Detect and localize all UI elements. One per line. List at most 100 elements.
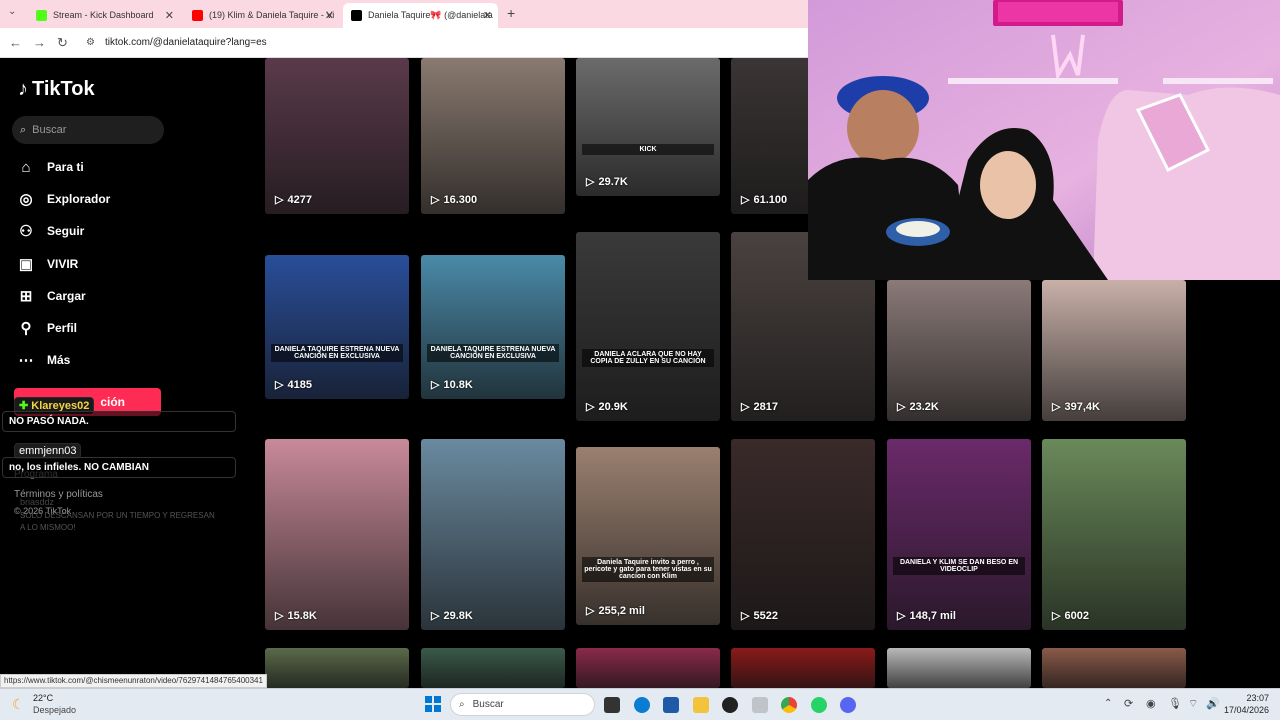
video-thumbnail[interactable] (887, 648, 1031, 688)
view-count-text: 20.9K (598, 400, 628, 413)
weather-temp[interactable]: 22°C (33, 693, 53, 703)
url-field[interactable]: tiktok.com/@danielataquire?lang=es (105, 37, 267, 48)
video-view-count: ▷ 6002 (1052, 609, 1089, 623)
discord-icon[interactable] (840, 697, 856, 713)
task-view-icon[interactable] (604, 697, 620, 713)
microphone-icon[interactable]: 🎙 (1168, 697, 1182, 710)
windows-start-icon[interactable] (425, 696, 441, 712)
store-icon[interactable] (663, 697, 679, 713)
video-thumbnail[interactable] (421, 648, 565, 688)
video-thumbnail[interactable]: ▷ 4277 (265, 58, 409, 214)
sidebar-item-perfil[interactable]: ⚲ Perfil (17, 316, 78, 340)
tiktok-favicon-icon (351, 10, 362, 21)
sidebar-item-label: Seguir (47, 224, 85, 238)
tray-chevron-icon[interactable]: ⌃ (1104, 698, 1112, 709)
view-count-text: 29.8K (443, 609, 473, 622)
compass-icon: ◎ (19, 191, 33, 208)
chat-message-text: NO PASÓ NADA. (9, 416, 89, 427)
taskbar-search[interactable]: ⌕ Buscar (450, 693, 595, 716)
video-thumbnail[interactable]: ▷ 6002 (1042, 439, 1186, 630)
video-thumbnail[interactable]: ▷ 397,4K (1042, 280, 1186, 421)
play-icon: ▷ (741, 401, 750, 413)
sidebar-item-label: Más (47, 353, 71, 367)
live-icon: ▣ (18, 256, 34, 273)
close-tab-icon[interactable]: ✕ (483, 9, 492, 22)
video-thumbnail[interactable]: DANIELA TAQUIRE ESTRENA NUEVA CANCIÓN EN… (421, 255, 565, 399)
tab-list-chevron-icon[interactable]: ⌄ (8, 6, 16, 17)
tab-youtube[interactable]: (19) Klim & Daniela Taquire - Vi ✕ (184, 4, 340, 26)
site-info-icon[interactable]: ⚙ (86, 37, 95, 48)
video-thumbnail[interactable]: ▷ 15.8K (265, 439, 409, 630)
video-thumbnail[interactable]: ▷ 29.8K (421, 439, 565, 630)
tray-icon[interactable]: ⟳ (1124, 697, 1133, 710)
taskbar-search-placeholder: Buscar (472, 699, 504, 710)
tray-icon[interactable]: ◉ (1146, 697, 1156, 710)
clock-time[interactable]: 23:07 (1233, 693, 1269, 703)
video-thumbnail[interactable]: DANIELA TAQUIRE ESTRENA NUEVA CANCIÓN EN… (265, 255, 409, 399)
video-thumbnail[interactable]: ▷ 16.300 (421, 58, 565, 214)
search-icon: ⌕ (459, 699, 465, 710)
sidebar-item-vivir[interactable]: ▣ VIVIR (17, 252, 78, 276)
play-icon: ▷ (586, 176, 595, 188)
close-tab-icon[interactable]: ✕ (325, 9, 334, 22)
new-tab-button[interactable]: + (507, 5, 515, 21)
video-caption: DANIELA Y KLIM SE DAN BESO EN VIDEOCLIP (893, 557, 1025, 575)
back-arrow-icon[interactable]: ← (9, 35, 22, 50)
sidebar-item-para-ti[interactable]: ⌂ Para ti (17, 155, 83, 179)
view-count-text: 29.7K (598, 175, 628, 188)
wifi-icon[interactable]: ⌔ (1188, 697, 1198, 711)
file-explorer-icon[interactable] (693, 697, 709, 713)
tab-tiktok[interactable]: Daniela Taquire🎀 (@danielata ✕ (343, 3, 498, 28)
forward-arrow-icon[interactable]: → (33, 35, 46, 50)
whatsapp-icon[interactable] (811, 697, 827, 713)
sidebar-item-mas[interactable]: ⋯ Más (17, 348, 71, 372)
view-count-text: 23.2K (909, 400, 939, 413)
view-count-text: 255,2 mil (598, 604, 645, 617)
view-count-text: 10.8K (443, 378, 473, 391)
sidebar-item-cargar[interactable]: ⊞ Cargar (17, 284, 86, 308)
play-icon: ▷ (431, 379, 440, 391)
play-icon: ▷ (741, 610, 750, 622)
view-count-text: 397,4K (1064, 400, 1100, 413)
chat-username: briasddz (20, 497, 55, 507)
sidebar-item-seguir[interactable]: ⚇ Seguir (17, 219, 84, 243)
video-thumbnail[interactable]: KICK ▷ 29.7K (576, 58, 720, 196)
obs-icon[interactable] (722, 697, 738, 713)
video-view-count: ▷ 2817 (741, 400, 778, 414)
profile-icon: ⚲ (20, 320, 32, 337)
weather-desc[interactable]: Despejado (33, 705, 76, 715)
chrome-icon[interactable] (781, 697, 797, 713)
tab-title: Stream - Kick Dashboard (53, 10, 154, 20)
video-thumbnail[interactable] (265, 648, 409, 688)
play-icon: ▷ (275, 194, 284, 206)
view-count-text: 5522 (753, 609, 778, 622)
sidebar-item-label: VIVIR (47, 257, 79, 271)
play-icon: ▷ (431, 194, 440, 206)
search-input[interactable]: ⌕ Buscar (12, 116, 164, 144)
video-thumbnail[interactable]: DANIELA Y KLIM SE DAN BESO EN VIDEOCLIP ▷… (887, 439, 1031, 630)
clock-date[interactable]: 17/04/2026 (1215, 705, 1269, 715)
video-caption: DANIELA TAQUIRE ESTRENA NUEVA CANCIÓN EN… (427, 344, 559, 362)
video-thumbnail[interactable]: Daniela Taquire invito a perro , pericot… (576, 447, 720, 625)
close-tab-icon[interactable]: ✕ (165, 9, 174, 22)
video-view-count: ▷ 397,4K (1052, 400, 1100, 414)
sidebar-item-explorador[interactable]: ◎ Explorador (17, 187, 110, 211)
tab-kick-dashboard[interactable]: Stream - Kick Dashboard ✕ (28, 4, 180, 26)
play-icon: ▷ (897, 401, 906, 413)
address-bar: ← → ↻ ⚙ tiktok.com/@danielataquire?lang=… (0, 28, 810, 58)
video-thumbnail[interactable]: ▷ 23.2K (887, 280, 1031, 421)
play-icon: ▷ (275, 379, 284, 391)
video-view-count: ▷ 16.300 (431, 193, 477, 207)
video-thumbnail[interactable]: DANIELA ACLARA QUE NO HAY COPIA DE ZULLY… (576, 232, 720, 421)
view-count-text: 2817 (753, 400, 778, 413)
video-thumbnail[interactable] (1042, 648, 1186, 688)
app-icon[interactable] (752, 697, 768, 713)
video-thumbnail[interactable] (731, 648, 875, 688)
edge-icon[interactable] (634, 697, 650, 713)
reload-icon[interactable]: ↻ (57, 35, 68, 51)
video-thumbnail[interactable] (576, 648, 720, 688)
video-caption: KICK (582, 144, 714, 155)
home-icon: ⌂ (21, 158, 31, 176)
video-thumbnail[interactable]: ▷ 5522 (731, 439, 875, 630)
tiktok-logo[interactable]: ♪ TikTok (18, 78, 95, 101)
